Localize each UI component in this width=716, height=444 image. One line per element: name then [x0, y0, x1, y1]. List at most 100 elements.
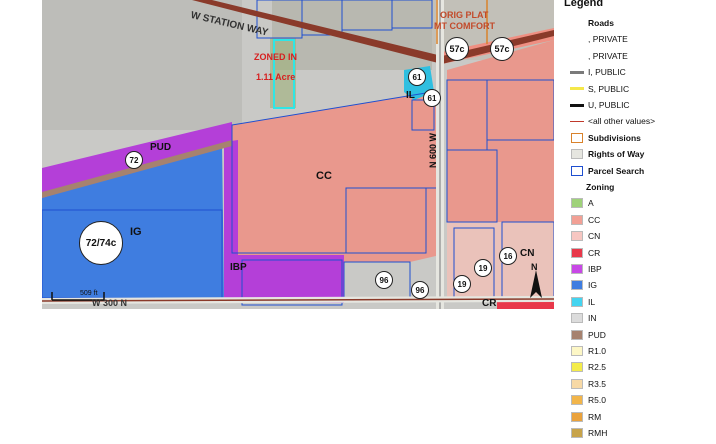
legend-item-label: IL [588, 296, 596, 307]
legend-item: PUD [570, 327, 606, 343]
legend-item: R3.5 [570, 376, 606, 392]
map-label-pud: PUD [150, 142, 172, 153]
legend-item: RM [570, 409, 601, 425]
legend-symbol [570, 428, 584, 439]
legend-symbol [570, 346, 584, 357]
zoning-map[interactable]: W STATION WAY ZONED IN 1.11 Acre ORIG PL… [42, 0, 554, 309]
legend-item-label: R1.0 [588, 346, 606, 356]
legend-symbol [570, 116, 584, 127]
legend-item: <all other values> [570, 113, 655, 129]
route-shield-57c: 57c [445, 37, 469, 61]
legend-item: I, PUBLIC [570, 64, 626, 80]
legend-item-label: RMH [588, 428, 608, 438]
legend-item: U, PUBLIC [570, 97, 630, 113]
map-label-n600w: N 600 W [428, 132, 438, 168]
legend-item: IN [570, 310, 597, 326]
legend-item: R1.0 [570, 343, 606, 359]
map-label-oric-plat: ORIG PLAT [440, 10, 489, 20]
legend-symbol [570, 231, 584, 242]
route-shield-96: 96 [411, 281, 429, 299]
legend-item: , PRIVATE [570, 31, 628, 47]
legend-item-label: , PRIVATE [588, 50, 628, 61]
legend-item-label: A [588, 198, 594, 209]
legend-item-label: R3.5 [588, 378, 606, 389]
map-label-zoned-in: ZONED IN [254, 52, 298, 62]
legend-item: Roads [570, 15, 614, 31]
legend-item-label: Parcel Search [588, 165, 645, 176]
legend-symbol [570, 83, 584, 94]
legend-item: CC [570, 212, 600, 228]
route-shield-72: 72 [125, 151, 143, 169]
map-label-ig: IG [130, 226, 142, 238]
legend-item-label: PUD [588, 329, 606, 340]
legend-symbol [570, 362, 584, 373]
legend-item: Rights of Way [570, 146, 644, 162]
legend-item-label: CR [588, 247, 601, 258]
route-shield-96: 96 [375, 271, 393, 289]
map-label-cn: CN [520, 248, 535, 259]
map-label-ibp: IBP [230, 262, 247, 273]
legend-symbol [570, 411, 584, 422]
legend-item-label: S, PUBLIC [588, 83, 630, 94]
legend-symbol [568, 182, 582, 193]
route-shield-61: 61 [423, 89, 441, 107]
route-shield-16: 16 [499, 247, 517, 265]
legend-item-label: IBP [588, 264, 602, 274]
legend-symbol [570, 296, 584, 307]
legend-item-label: Subdivisions [588, 132, 641, 143]
legend-symbol [570, 149, 584, 160]
legend-item: R2.5 [570, 359, 606, 375]
legend-symbol [570, 280, 584, 291]
legend-symbol [570, 329, 584, 340]
route-shield-19: 19 [453, 275, 471, 293]
map-label-il: IL [406, 90, 415, 101]
map-north-label: N [531, 262, 538, 272]
legend-symbol [570, 34, 584, 45]
map-label-w300n: W 300 N [92, 298, 128, 308]
legend-item: R5.0 [570, 392, 606, 408]
legend-item: IL [570, 294, 595, 310]
legend-item: Subdivisions [570, 130, 641, 146]
legend-title: Legend [564, 0, 604, 9]
legend-item-label: CC [588, 214, 601, 225]
legend-item-label: Roads [588, 18, 614, 28]
route-shield-72-74c: 72/74c [79, 221, 123, 265]
legend-symbol [570, 67, 584, 78]
legend-symbol [570, 264, 584, 275]
legend-item: CR [570, 245, 600, 261]
legend-item-label: Zoning [586, 182, 615, 192]
legend-symbol [570, 132, 584, 143]
legend-symbol [570, 18, 584, 29]
map-label-cr: CR [482, 298, 497, 309]
map-legend: Legend Roads , PRIVATE , PRIVATE I, PUBLIC S… [562, 0, 716, 444]
legend-symbol [570, 198, 584, 209]
legend-item-label: R5.0 [588, 395, 606, 406]
legend-item-label: <all other values> [588, 116, 656, 127]
legend-item-label: CN [588, 231, 601, 242]
legend-item: A [570, 195, 594, 211]
map-label-mt-comfort: MT COMFORT [434, 21, 495, 31]
legend-symbol [570, 395, 584, 406]
legend-item-label: , PRIVATE [588, 34, 628, 45]
legend-item: Zoning [568, 179, 614, 195]
legend-item: IBP [570, 261, 602, 277]
legend-symbol [570, 50, 584, 61]
legend-item: RMH [570, 425, 607, 441]
legend-item-label: R2.5 [588, 362, 606, 373]
route-shield-57c: 57c [490, 37, 514, 61]
legend-item-label: U, PUBLIC [588, 100, 630, 110]
legend-item: IG [570, 277, 597, 293]
legend-item: S, PUBLIC [570, 81, 629, 97]
map-label-acre: 1.11 Acre [256, 72, 296, 82]
map-scale-label: 509 ft [80, 290, 98, 297]
legend-symbol [570, 100, 584, 111]
legend-item-label: I, PUBLIC [588, 67, 626, 78]
legend-symbol [570, 247, 584, 258]
legend-item-label: IN [588, 313, 597, 324]
route-shield-61: 61 [408, 68, 426, 86]
map-label-cc: CC [316, 170, 332, 182]
legend-item-label: RM [588, 411, 602, 422]
legend-item: Parcel Search [570, 163, 644, 179]
legend-item-label: IG [588, 280, 597, 291]
legend-item-label: Rights of Way [588, 149, 645, 160]
